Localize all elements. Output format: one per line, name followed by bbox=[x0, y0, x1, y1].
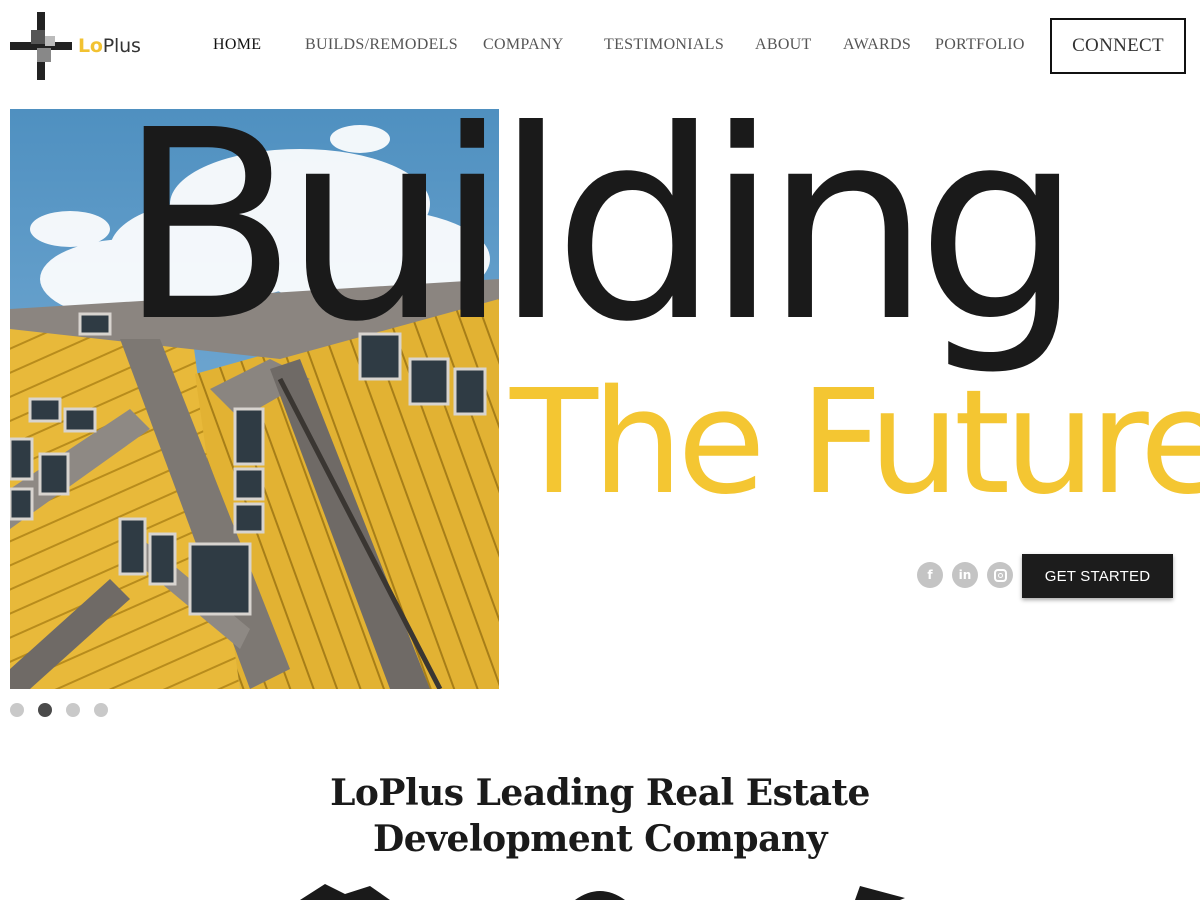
main-nav: HOME BUILDS/REMODELS COMPANY TESTIMONIAL… bbox=[0, 36, 1040, 58]
hero-headline: Building bbox=[118, 74, 1083, 379]
nav-item-testimonials[interactable]: TESTIMONIALS bbox=[604, 36, 724, 54]
slide-dot-2[interactable] bbox=[38, 703, 52, 717]
facebook-icon[interactable]: f bbox=[917, 562, 943, 588]
instagram-icon[interactable] bbox=[987, 562, 1013, 588]
hero-subline: The Future bbox=[510, 358, 1200, 526]
section-title: LoPlus Leading Real Estate Development C… bbox=[330, 772, 870, 860]
nav-item-builds-remodels[interactable]: BUILDS/REMODELS bbox=[305, 36, 458, 54]
nav-item-home[interactable]: HOME bbox=[213, 36, 261, 54]
get-started-button[interactable]: GET STARTED bbox=[1022, 554, 1173, 598]
nav-item-about[interactable]: ABOUT bbox=[755, 36, 812, 54]
social-links: f in bbox=[917, 562, 1013, 588]
next-section-decoration bbox=[0, 880, 1200, 900]
nav-item-awards[interactable]: AWARDS bbox=[843, 36, 911, 54]
nav-item-company[interactable]: COMPANY bbox=[483, 36, 564, 54]
nav-item-portfolio[interactable]: PORTFOLIO bbox=[935, 36, 1025, 54]
slide-dot-1[interactable] bbox=[10, 703, 24, 717]
connect-button[interactable]: CONNECT bbox=[1050, 18, 1186, 74]
slide-dot-3[interactable] bbox=[66, 703, 80, 717]
slide-dot-4[interactable] bbox=[94, 703, 108, 717]
decorative-shapes-icon bbox=[300, 884, 905, 900]
linkedin-icon[interactable]: in bbox=[952, 562, 978, 588]
slider-pagination bbox=[10, 703, 108, 717]
